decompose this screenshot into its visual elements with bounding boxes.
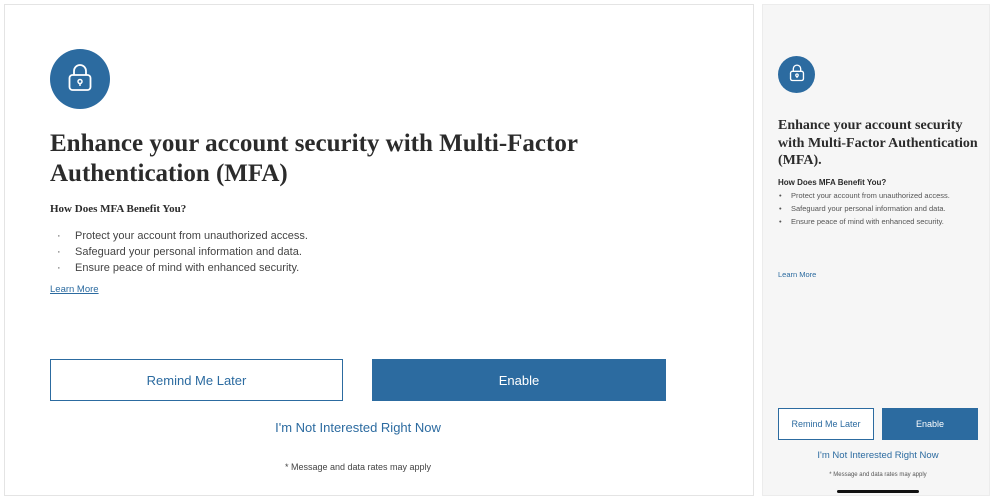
benefit-item: Ensure peace of mind with enhanced secur… [778,217,978,227]
page-title: Enhance your account security with Multi… [50,130,578,187]
benefit-item: Safeguard your personal information and … [50,244,308,260]
enable-button[interactable]: Enable [372,359,666,401]
desktop-mfa-panel: Enhance your account security with Multi… [4,4,754,496]
benefit-item: Ensure peace of mind with enhanced secur… [50,260,308,276]
remind-me-later-button[interactable]: Remind Me Later [50,359,343,401]
benefits-list: Protect your account from unauthorized a… [778,191,978,230]
not-interested-link[interactable]: I'm Not Interested Right Now [50,420,666,435]
benefit-item: Safeguard your personal information and … [778,204,978,214]
not-interested-link[interactable]: I'm Not Interested Right Now [778,450,978,461]
benefit-item: Protect your account from unauthorized a… [778,191,978,201]
benefits-list: Protect your account from unauthorized a… [50,228,308,276]
rates-disclaimer: * Message and data rates may apply [829,472,927,478]
benefit-item: Protect your account from unauthorized a… [50,228,308,244]
mobile-mfa-panel: Enhance your account security with Multi… [762,4,990,496]
learn-more-link[interactable]: Learn More [778,270,816,279]
rates-disclaimer: * Message and data rates may apply [284,462,432,472]
lock-icon [789,63,805,87]
remind-me-later-button[interactable]: Remind Me Later [778,408,874,440]
lock-icon [67,62,93,97]
enable-button[interactable]: Enable [882,408,978,440]
lock-badge [50,49,110,109]
benefits-heading: How Does MFA Benefit You? [778,178,887,187]
home-indicator[interactable] [837,490,919,493]
benefits-heading: How Does MFA Benefit You? [50,203,187,215]
page-title: Enhance your account security with Multi… [778,118,978,168]
lock-badge [778,56,815,93]
learn-more-link[interactable]: Learn More [50,284,99,295]
